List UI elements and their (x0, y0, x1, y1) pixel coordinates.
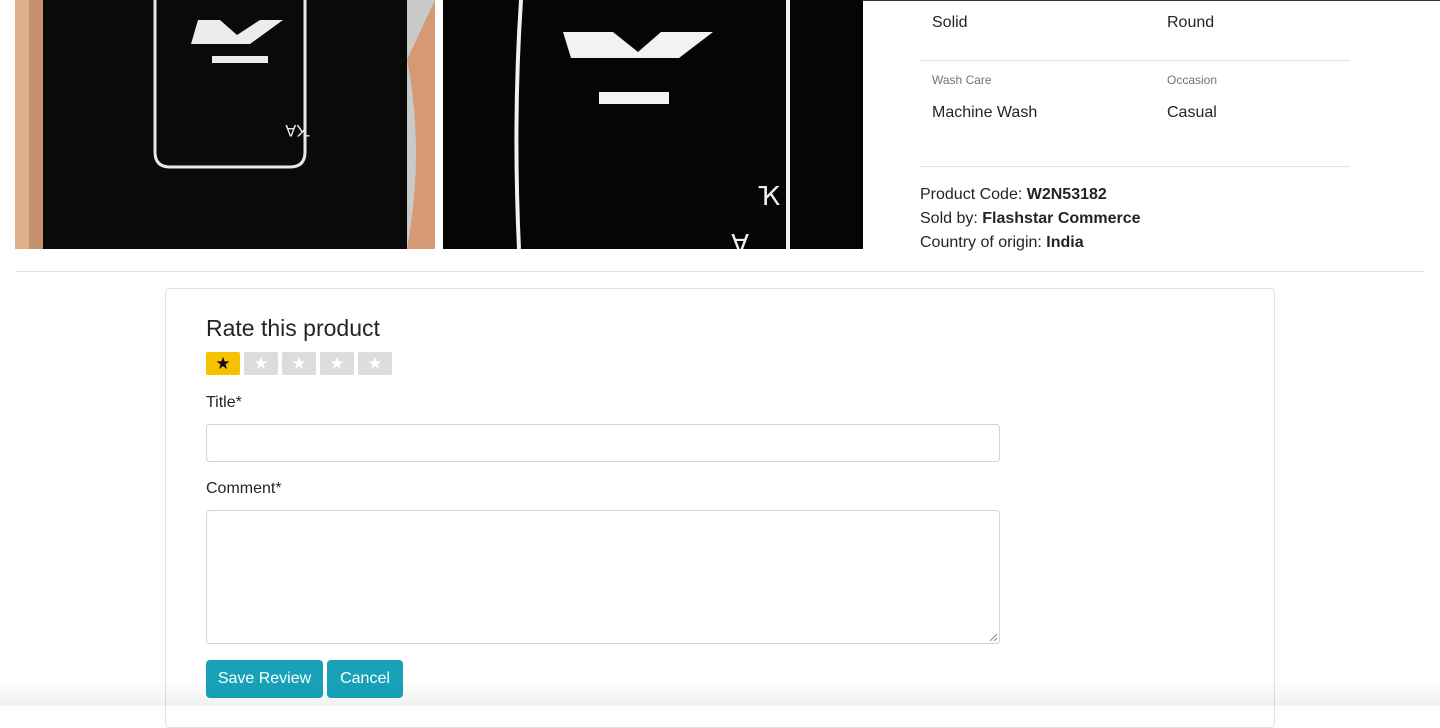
section-divider (15, 271, 1425, 272)
origin-label: Country of origin: (920, 234, 1042, 251)
product-code-label: Product Code: (920, 186, 1023, 203)
star-5-icon[interactable]: ★ (358, 352, 392, 375)
tshirt-closeup-graphic: Ҡ A (443, 0, 863, 249)
cancel-button[interactable]: Cancel (327, 660, 403, 698)
review-heading: Rate this product (206, 315, 380, 341)
tshirt-front-graphic: ҠA (15, 0, 435, 249)
spec-label-wash-care: Wash Care (932, 73, 992, 87)
comment-textarea[interactable] (206, 510, 1000, 644)
origin-value: India (1046, 234, 1084, 251)
spec-value-neck: Round (1167, 14, 1215, 31)
star-3-icon[interactable]: ★ (282, 352, 316, 375)
product-code-value: W2N53182 (1026, 186, 1107, 203)
svg-text:ҠA: ҠA (285, 121, 310, 140)
resize-handle-icon[interactable] (989, 633, 997, 641)
product-image-front[interactable]: ҠA (15, 0, 435, 249)
spec-value-wash-care: Machine Wash (932, 104, 1038, 121)
svg-text:A: A (731, 227, 749, 249)
star-2-icon[interactable]: ★ (244, 352, 278, 375)
spec-value-occasion: Casual (1167, 104, 1217, 121)
title-input[interactable] (206, 424, 1000, 462)
title-label: Title* (206, 394, 242, 411)
star-rating: ★ ★ ★ ★ ★ (206, 352, 392, 375)
star-1-icon[interactable]: ★ (206, 352, 240, 375)
svg-text:Ҡ: Ҡ (758, 182, 780, 212)
country-of-origin: Country of origin: India (920, 234, 1084, 252)
comment-label: Comment* (206, 480, 282, 497)
product-image-closeup[interactable]: Ҡ A (443, 0, 863, 249)
star-4-icon[interactable]: ★ (320, 352, 354, 375)
spec-divider (920, 60, 1350, 61)
review-card: Rate this product ★ ★ ★ ★ ★ Title* Comment* … (165, 288, 1275, 728)
top-border (862, 0, 1440, 1)
spec-value-pattern: Solid (932, 14, 968, 31)
spec-divider (920, 166, 1350, 167)
seller-label: Sold by: (920, 210, 978, 227)
seller-value: Flashstar Commerce (982, 210, 1141, 227)
seller: Sold by: Flashstar Commerce (920, 210, 1141, 228)
spec-label-occasion: Occasion (1167, 73, 1218, 87)
product-code: Product Code: W2N53182 (920, 186, 1107, 204)
save-review-button[interactable]: Save Review (206, 660, 323, 698)
